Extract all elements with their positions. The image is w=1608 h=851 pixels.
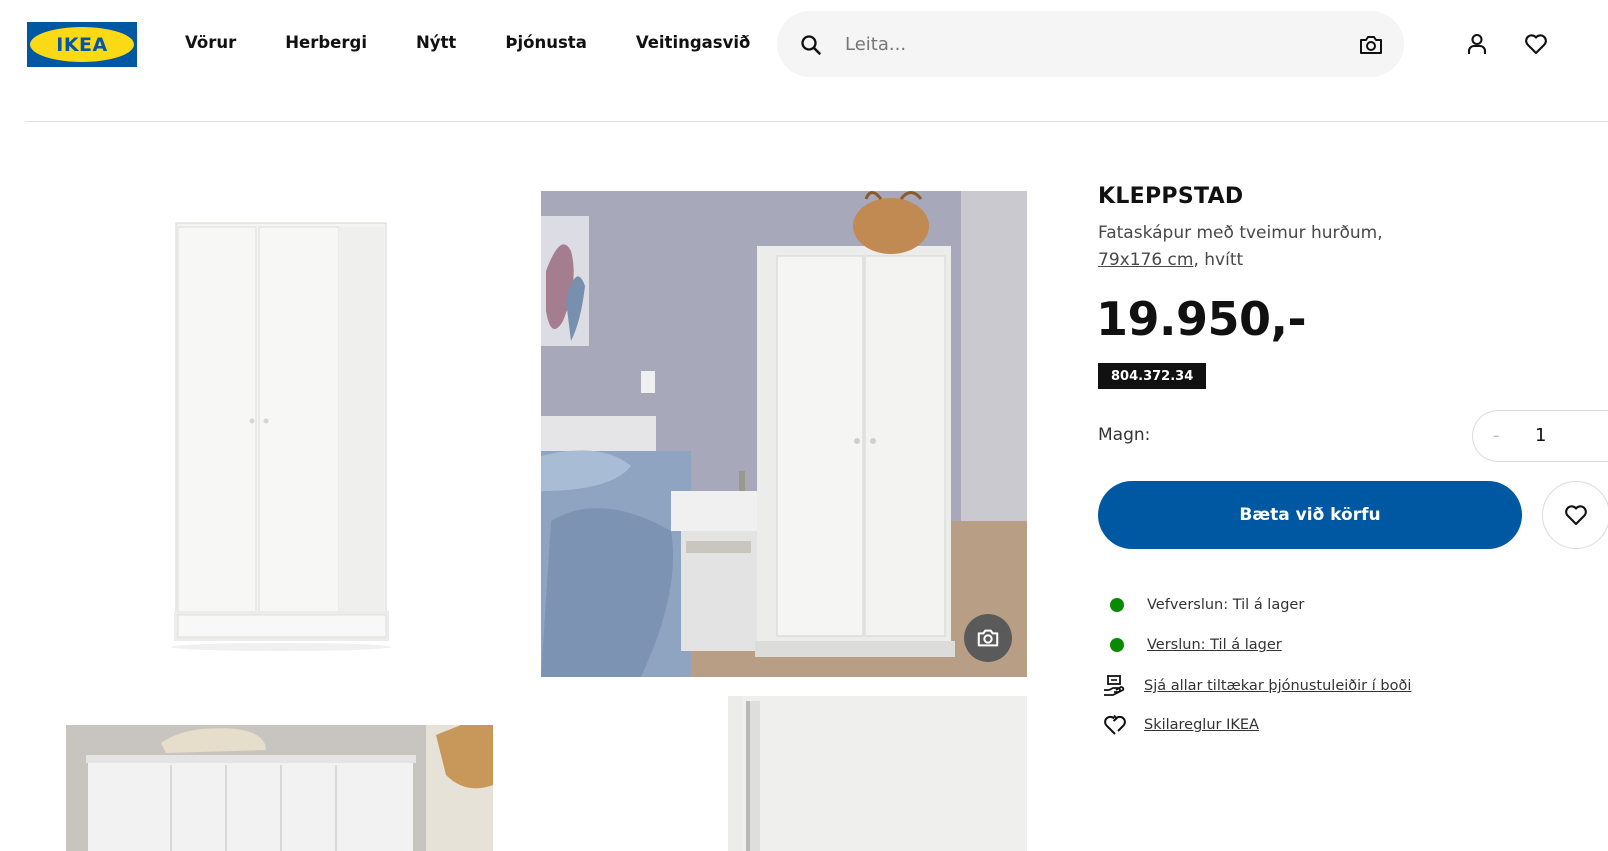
nav-item-vorur[interactable]: Vörur: [185, 33, 236, 53]
gallery-camera-button[interactable]: [964, 614, 1012, 662]
quantity-label: Magn:: [1098, 425, 1151, 445]
product-description: Fataskápur með tveimur hurðum, 79x176 cm…: [1098, 220, 1383, 274]
add-to-cart-button[interactable]: Bæta við körfu: [1098, 481, 1522, 549]
measure-link[interactable]: 79x176 cm: [1098, 250, 1193, 270]
nav-item-thjonusta[interactable]: Þjónusta: [505, 33, 587, 53]
favorite-button[interactable]: [1542, 481, 1608, 549]
color-text: , hvítt: [1193, 250, 1244, 270]
search-bar: [777, 11, 1404, 77]
camera-icon[interactable]: [1358, 32, 1384, 58]
search-input[interactable]: [845, 31, 1325, 57]
quantity-stepper: - 1: [1472, 410, 1608, 462]
services-link[interactable]: Sjá allar tiltækar þjónustuleiðir í boði: [1144, 678, 1411, 694]
product-type: Fataskápur með tveimur hurðum,: [1098, 223, 1383, 243]
returns-row: Skilareglur IKEA: [1102, 712, 1259, 738]
product-price: 19.950,-: [1096, 292, 1307, 346]
status-dot: [1110, 598, 1124, 612]
detail-scene: [728, 696, 1027, 851]
services-row: Sjá allar tiltækar þjónustuleiðir í boði: [1102, 673, 1411, 699]
delivery-service-icon: [1104, 675, 1125, 696]
logo-text: IKEA: [56, 33, 108, 56]
status-dot: [1110, 638, 1124, 652]
returns-link[interactable]: Skilareglur IKEA: [1144, 717, 1259, 733]
store-stock-link[interactable]: Verslun: Til á lager: [1147, 637, 1282, 653]
camera-icon: [977, 629, 999, 647]
quantity-value[interactable]: 1: [1535, 425, 1546, 446]
article-number: 804.372.34: [1098, 363, 1207, 389]
product-name: KLEPPSTAD: [1098, 184, 1244, 209]
ikea-logo[interactable]: IKEA: [27, 22, 137, 67]
product-image-living[interactable]: [66, 725, 493, 851]
quantity-decrease-button[interactable]: -: [1493, 425, 1500, 446]
user-icon[interactable]: [1464, 31, 1490, 57]
main-nav: Vörur Herbergi Nýtt Þjónusta Veitingasvi…: [185, 33, 799, 53]
header-divider: [25, 121, 1608, 122]
nav-item-herbergi[interactable]: Herbergi: [285, 33, 367, 53]
online-stock-text: Vefverslun: Til á lager: [1147, 597, 1305, 613]
living-scene: [66, 725, 493, 851]
logo-oval: IKEA: [30, 27, 134, 62]
return-heart-icon: [1104, 714, 1126, 735]
online-stock-row: Vefverslun: Til á lager: [1104, 597, 1304, 613]
bedroom-scene: [541, 191, 1027, 677]
product-image-bedroom[interactable]: [541, 191, 1027, 677]
search-icon[interactable]: [799, 33, 823, 57]
nav-item-nytt[interactable]: Nýtt: [416, 33, 456, 53]
heart-icon[interactable]: [1523, 31, 1549, 57]
product-image-main[interactable]: [66, 191, 493, 677]
nav-item-veitingasvid[interactable]: Veitingasvið: [636, 33, 751, 53]
product-variant: 79x176 cm, hvítt: [1098, 247, 1383, 274]
product-image-detail[interactable]: [728, 696, 1027, 851]
heart-icon: [1565, 505, 1587, 526]
wardrobe-illustration: [171, 222, 391, 651]
store-stock-row: Verslun: Til á lager: [1104, 637, 1282, 653]
